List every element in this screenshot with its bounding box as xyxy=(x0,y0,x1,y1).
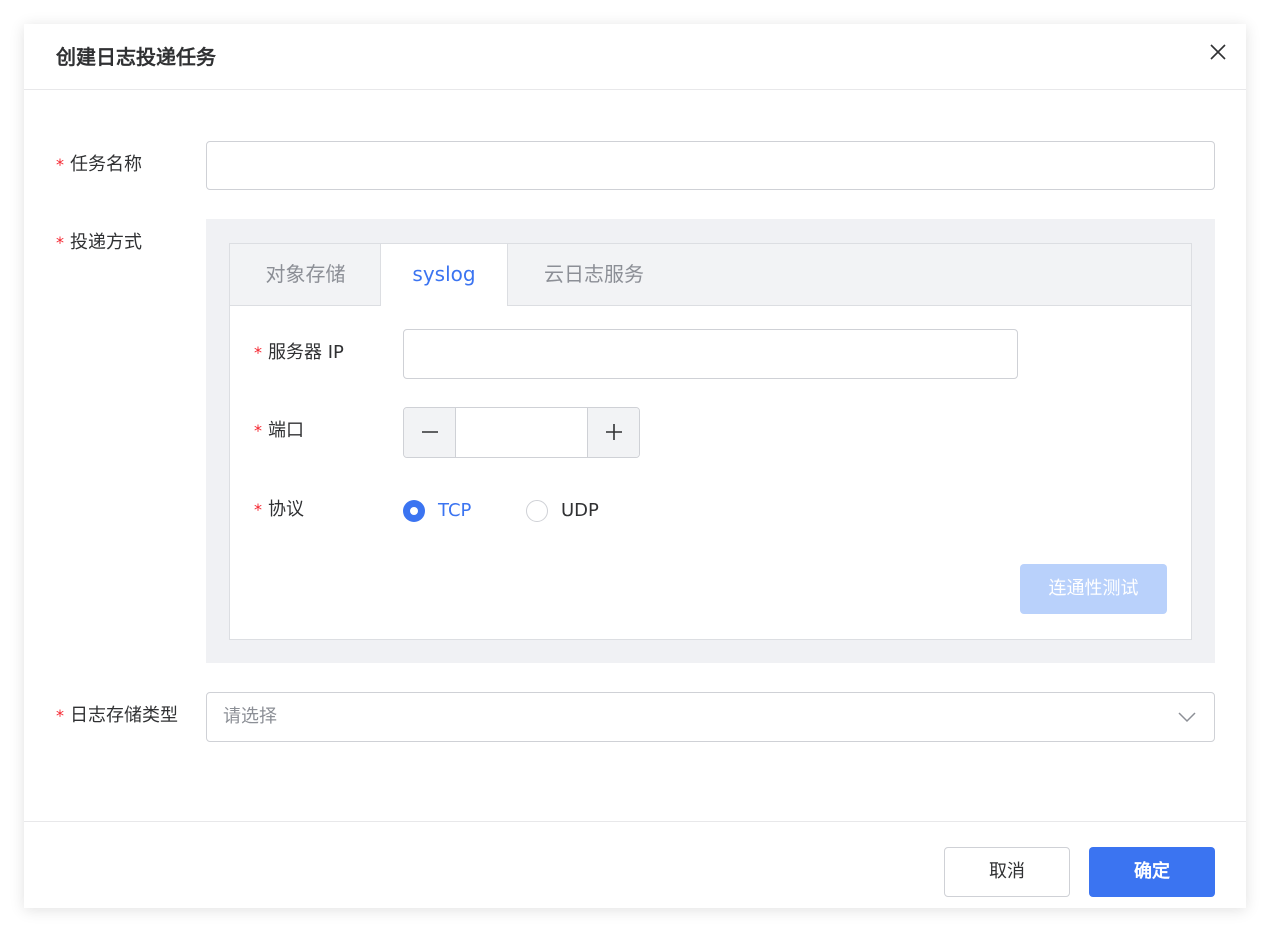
radio-checked-icon xyxy=(403,500,425,522)
radio-label-tcp: TCP xyxy=(438,500,472,521)
delivery-method-panel: 对象存储 syslog 云日志服务 * 服务器 IP * 端口 * 协议 TCP… xyxy=(206,219,1215,663)
tab-object-storage[interactable]: 对象存储 xyxy=(230,244,381,305)
dialog-footer: 取消 确定 xyxy=(24,821,1246,909)
protocol-radio-udp[interactable]: UDP xyxy=(526,499,606,523)
port-label: * 端口 xyxy=(254,420,304,441)
tab-bar: 对象存储 syslog 云日志服务 xyxy=(230,244,1191,306)
protocol-radio-tcp[interactable]: TCP xyxy=(403,499,483,523)
port-decrement-button[interactable] xyxy=(404,408,456,457)
required-mark: * xyxy=(254,421,262,440)
dialog-title: 创建日志投递任务 xyxy=(56,45,216,69)
port-increment-button[interactable] xyxy=(587,408,639,457)
required-mark: * xyxy=(56,233,64,252)
cancel-button[interactable]: 取消 xyxy=(944,847,1070,897)
required-mark: * xyxy=(56,706,64,725)
server-ip-label: * 服务器 IP xyxy=(254,342,344,363)
close-icon xyxy=(1210,44,1226,60)
confirm-button[interactable]: 确定 xyxy=(1089,847,1215,897)
delivery-tabs: 对象存储 syslog 云日志服务 * 服务器 IP * 端口 * 协议 TCP… xyxy=(229,243,1192,640)
required-mark: * xyxy=(56,155,64,174)
protocol-label: * 协议 xyxy=(254,499,304,520)
task-name-input[interactable] xyxy=(206,141,1215,190)
task-name-label: * 任务名称 xyxy=(56,154,142,175)
required-mark: * xyxy=(254,500,262,519)
log-storage-type-label: * 日志存储类型 xyxy=(56,705,178,726)
connectivity-test-button[interactable]: 连通性测试 xyxy=(1020,564,1167,614)
log-storage-type-select[interactable]: 请选择 xyxy=(206,692,1215,742)
delivery-method-label: * 投递方式 xyxy=(56,232,142,253)
required-mark: * xyxy=(254,343,262,362)
radio-unchecked-icon xyxy=(526,500,548,522)
tab-syslog[interactable]: syslog xyxy=(380,244,508,306)
chevron-down-icon xyxy=(1178,712,1196,723)
port-stepper xyxy=(403,407,640,458)
port-input[interactable] xyxy=(456,408,591,457)
radio-label-udp: UDP xyxy=(561,500,599,521)
plus-icon xyxy=(605,424,622,440)
select-placeholder: 请选择 xyxy=(223,706,277,727)
create-log-delivery-dialog: 创建日志投递任务 * 任务名称 * 投递方式 对象存储 syslog 云日志服务 *… xyxy=(24,24,1246,908)
minus-icon xyxy=(421,431,438,433)
dialog-header: 创建日志投递任务 xyxy=(24,24,1246,90)
server-ip-input[interactable] xyxy=(403,329,1018,379)
tab-cloud-log-service[interactable]: 云日志服务 xyxy=(508,244,680,305)
close-button[interactable] xyxy=(1208,42,1228,62)
